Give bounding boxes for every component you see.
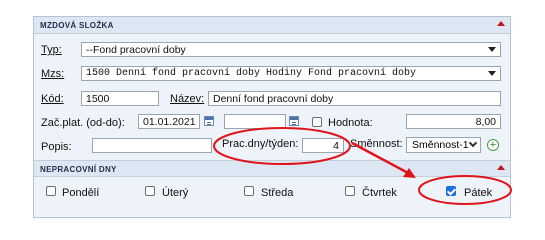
section-title: MZDOVÁ SLOŽKA [40,21,114,30]
add-icon[interactable]: + [487,139,499,151]
zac-plat-from-input[interactable]: 01.01.2021 [138,114,200,129]
typ-select[interactable]: --Fond pracovní doby [81,42,501,57]
zac-plat-to-input[interactable] [224,114,286,129]
typ-label: Typ: [41,44,62,56]
chevron-down-icon [488,47,496,52]
mzs-select[interactable]: 1500 Denní fond pracovní doby Hodiny Fon… [81,66,501,81]
patek-label: Pátek [464,187,493,199]
nazev-input[interactable]: Denní fond pracovní doby [208,91,501,106]
popis-input[interactable] [92,138,212,153]
smennost-select[interactable]: Směnnost-1 [406,137,481,153]
hodnota-checkbox[interactable] [312,117,322,127]
calendar-icon[interactable] [289,116,299,126]
utery-checkbox[interactable] [145,186,155,196]
streda-checkbox[interactable] [244,186,254,196]
ctvrtek-label: Čtvrtek [362,187,397,199]
pondeli-checkbox[interactable] [46,186,56,196]
chevron-down-icon [488,71,496,76]
streda-label: Středa [261,187,294,199]
collapse-icon[interactable] [497,165,505,170]
mzs-value: 1500 Denní fond pracovní doby Hodiny Fon… [86,68,417,79]
pondeli-label: Pondělí [62,187,100,199]
section-header-nepracovni-dny: NEPRACOVNÍ DNY [34,160,510,177]
section-header-mzdova-slozka: MZDOVÁ SLOŽKA [34,17,510,34]
section-title: NEPRACOVNÍ DNY [40,165,117,174]
mzs-label: Mzs: [41,68,65,80]
popis-label: Popis: [41,141,72,153]
hodnota-label: Hodnota: [328,117,373,129]
prac-dny-input[interactable]: 4 [302,138,344,153]
utery-label: Úterý [162,187,189,199]
smennost-value: Směnnost-1 [412,139,469,151]
form-panel: MZDOVÁ SLOŽKA Typ: --Fond pracovní doby … [33,16,511,218]
kod-label: Kód: [41,93,64,105]
calendar-icon[interactable] [204,116,214,126]
collapse-icon[interactable] [497,21,505,26]
chevron-down-icon [468,138,478,148]
kod-input[interactable]: 1500 [81,91,159,106]
hodnota-input[interactable]: 8,00 [406,114,501,129]
smennost-label: Směnnost: [350,138,403,150]
prac-dny-label: Prac.dny/týden: [222,138,299,150]
ctvrtek-checkbox[interactable] [345,186,355,196]
nazev-label: Název: [170,93,205,105]
typ-value: --Fond pracovní doby [86,44,186,56]
patek-checkbox[interactable] [446,186,456,196]
zac-plat-label: Zač.plat. (od-do): [41,117,125,129]
